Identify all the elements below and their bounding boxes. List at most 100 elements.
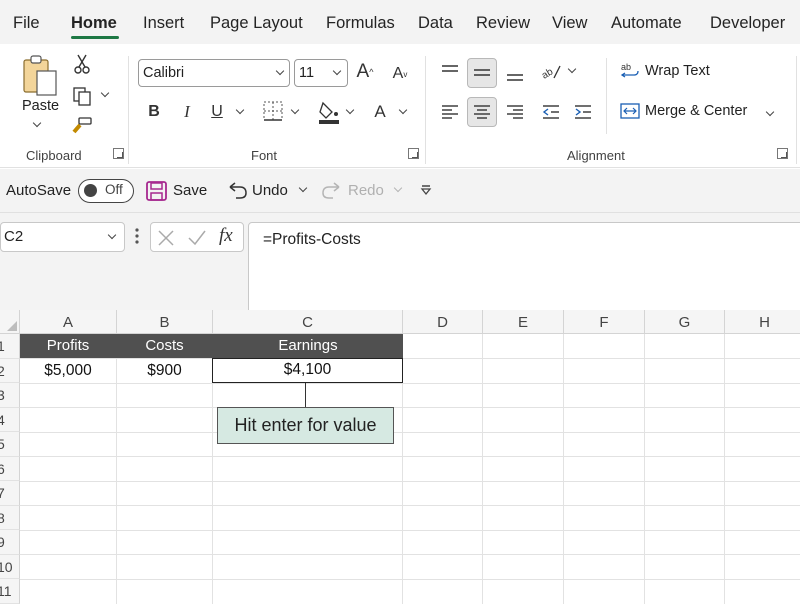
- row-header-3[interactable]: 3: [0, 383, 20, 408]
- font-color-icon[interactable]: A: [369, 98, 391, 126]
- italic-button[interactable]: I: [176, 98, 198, 126]
- gridline: [20, 554, 800, 555]
- undo-label[interactable]: Undo: [252, 182, 288, 199]
- row-header-11[interactable]: 11: [0, 579, 20, 604]
- paste-label[interactable]: Paste: [22, 98, 59, 114]
- redo-icon[interactable]: [321, 181, 343, 206]
- grow-font-icon[interactable]: A ^: [353, 58, 377, 86]
- underline-chevron-down-icon[interactable]: [235, 105, 245, 115]
- cancel-icon[interactable]: [157, 229, 175, 247]
- paste-chevron-down-icon[interactable]: [32, 118, 42, 128]
- column-header-b[interactable]: B: [117, 310, 213, 334]
- cell-b1[interactable]: Costs: [116, 334, 213, 358]
- tab-review[interactable]: Review: [476, 14, 530, 33]
- select-all-corner[interactable]: [0, 310, 20, 334]
- quick-access-toolbar: AutoSave Off Save Undo Redo: [0, 169, 800, 213]
- align-bottom-icon[interactable]: [501, 60, 529, 88]
- row-header-2[interactable]: 2: [0, 358, 20, 383]
- row-header-7[interactable]: 7: [0, 481, 20, 506]
- align-middle-icon[interactable]: [467, 58, 497, 88]
- tab-insert[interactable]: Insert: [143, 14, 184, 33]
- cell-c1[interactable]: Earnings: [213, 334, 403, 358]
- formula-input[interactable]: =Profits-Costs: [248, 222, 800, 314]
- align-right-icon[interactable]: [501, 98, 529, 126]
- row-header-8[interactable]: 8: [0, 505, 20, 530]
- tab-view[interactable]: View: [552, 14, 587, 33]
- font-launcher-icon[interactable]: [408, 148, 419, 159]
- column-header-a[interactable]: A: [20, 310, 117, 334]
- paste-icon[interactable]: [18, 52, 62, 100]
- group-separator: [796, 56, 797, 164]
- align-center-icon[interactable]: [467, 97, 497, 127]
- customize-toolbar-icon[interactable]: [420, 183, 432, 202]
- decrease-indent-icon[interactable]: [537, 98, 565, 126]
- cell-c2-selected[interactable]: $4,100: [212, 358, 403, 383]
- column-header-c[interactable]: C: [213, 310, 403, 334]
- alignment-launcher-icon[interactable]: [777, 148, 788, 159]
- row-header-10[interactable]: 10: [0, 554, 20, 579]
- align-top-icon[interactable]: [436, 58, 464, 86]
- gridline: [644, 334, 645, 604]
- borders-chevron-down-icon[interactable]: [290, 105, 300, 115]
- tab-automate[interactable]: Automate: [611, 14, 682, 33]
- cell-b2[interactable]: $900: [116, 359, 213, 383]
- tab-formulas[interactable]: Formulas: [326, 14, 395, 33]
- column-header-f[interactable]: F: [564, 310, 645, 334]
- font-size-dropdown[interactable]: 11: [294, 59, 348, 87]
- redo-chevron-down-icon[interactable]: [393, 183, 403, 193]
- font-color-chevron-down-icon[interactable]: [398, 105, 408, 115]
- cell-a1[interactable]: Profits: [20, 334, 116, 358]
- row-header-4[interactable]: 4: [0, 407, 20, 432]
- group-separator: [606, 58, 607, 134]
- copy-icon[interactable]: [70, 84, 94, 108]
- borders-icon[interactable]: [262, 100, 284, 122]
- merge-center-label: Merge & Center: [645, 103, 748, 119]
- column-header-g[interactable]: G: [645, 310, 725, 334]
- autosave-toggle[interactable]: Off: [78, 179, 134, 203]
- column-header-e[interactable]: E: [483, 310, 564, 334]
- cut-icon[interactable]: [70, 52, 94, 76]
- row-header-1[interactable]: 1: [0, 334, 20, 359]
- tab-home[interactable]: Home: [71, 14, 117, 33]
- gridline: [20, 505, 800, 506]
- row-header-6[interactable]: 6: [0, 456, 20, 481]
- format-painter-icon[interactable]: [70, 114, 94, 138]
- font-name-dropdown[interactable]: Calibri: [138, 59, 290, 87]
- copy-chevron-down-icon[interactable]: [100, 88, 110, 98]
- tab-developer[interactable]: Developer: [710, 14, 785, 33]
- column-header-d[interactable]: D: [403, 310, 483, 334]
- save-label[interactable]: Save: [173, 182, 207, 199]
- redo-label[interactable]: Redo: [348, 182, 384, 199]
- orientation-chevron-down-icon[interactable]: [567, 64, 577, 74]
- spreadsheet-grid: A B C D E F G H 1 2 3 4 5 6 7 8 9 10 11 …: [0, 310, 800, 604]
- active-tab-indicator: [71, 36, 119, 39]
- shrink-font-icon[interactable]: Av: [388, 60, 412, 88]
- row-header-9[interactable]: 9: [0, 530, 20, 555]
- bold-button[interactable]: B: [143, 98, 165, 126]
- column-header-h[interactable]: H: [725, 310, 800, 334]
- tab-file[interactable]: File: [13, 14, 40, 33]
- enter-check-icon[interactable]: [187, 229, 207, 247]
- tab-page-layout[interactable]: Page Layout: [210, 14, 303, 33]
- alignment-group-label: Alignment: [567, 148, 625, 163]
- cell-a2[interactable]: $5,000: [20, 359, 116, 383]
- menu-bar: File Home Insert Page Layout Formulas Da…: [0, 0, 800, 44]
- more-options-icon[interactable]: [134, 227, 140, 250]
- increase-indent-icon[interactable]: [569, 98, 597, 126]
- row-header-5[interactable]: 5: [0, 432, 20, 457]
- undo-chevron-down-icon[interactable]: [298, 183, 308, 193]
- insert-function-icon[interactable]: fx: [219, 225, 233, 247]
- name-box[interactable]: C2: [0, 222, 125, 252]
- align-left-icon[interactable]: [436, 98, 464, 126]
- save-icon[interactable]: [146, 181, 168, 206]
- wrap-text-button[interactable]: ab Wrap Text: [620, 62, 710, 80]
- merge-center-button[interactable]: Merge & Center: [620, 102, 747, 120]
- clipboard-launcher-icon[interactable]: [113, 148, 124, 159]
- undo-icon[interactable]: [226, 181, 248, 206]
- fill-color-chevron-down-icon[interactable]: [345, 105, 355, 115]
- fill-color-icon[interactable]: [316, 98, 342, 126]
- merge-chevron-down-icon[interactable]: [765, 107, 775, 117]
- tab-data[interactable]: Data: [418, 14, 453, 33]
- orientation-icon[interactable]: ab: [537, 58, 565, 86]
- underline-button[interactable]: U: [206, 98, 228, 126]
